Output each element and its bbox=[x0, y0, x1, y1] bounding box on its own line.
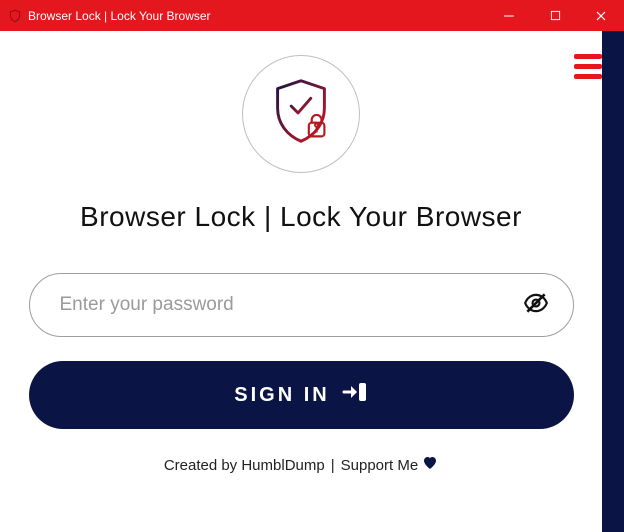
maximize-button[interactable] bbox=[532, 0, 578, 31]
created-by-text: Created by HumblDump bbox=[164, 457, 325, 474]
password-input[interactable] bbox=[60, 294, 523, 316]
password-field-wrap bbox=[29, 273, 574, 337]
eye-off-icon bbox=[523, 290, 549, 321]
window-title: Browser Lock | Lock Your Browser bbox=[28, 9, 211, 23]
app-icon bbox=[8, 9, 22, 23]
toggle-password-visibility-button[interactable] bbox=[523, 290, 549, 321]
titlebar: Browser Lock | Lock Your Browser bbox=[0, 0, 624, 31]
heart-icon bbox=[422, 455, 438, 475]
shield-lock-icon bbox=[262, 73, 340, 156]
page-title: Browser Lock | Lock Your Browser bbox=[80, 201, 522, 233]
sign-in-button[interactable]: SIGN IN bbox=[29, 361, 574, 429]
footer: Created by HumblDump | Support Me bbox=[164, 455, 438, 475]
main-panel: Browser Lock | Lock Your Browser SIGN IN bbox=[0, 31, 602, 532]
support-me-link[interactable]: Support Me bbox=[341, 457, 419, 474]
sign-in-arrow-icon bbox=[342, 380, 368, 410]
right-sidebar bbox=[602, 31, 624, 532]
close-button[interactable] bbox=[578, 0, 624, 31]
content: Browser Lock | Lock Your Browser SIGN IN bbox=[0, 31, 602, 475]
sign-in-label: SIGN IN bbox=[234, 384, 329, 407]
minimize-button[interactable] bbox=[486, 0, 532, 31]
logo-circle bbox=[242, 55, 360, 173]
body: Browser Lock | Lock Your Browser SIGN IN bbox=[0, 31, 624, 532]
hamburger-menu-button[interactable] bbox=[574, 49, 602, 84]
footer-separator: | bbox=[331, 457, 335, 474]
